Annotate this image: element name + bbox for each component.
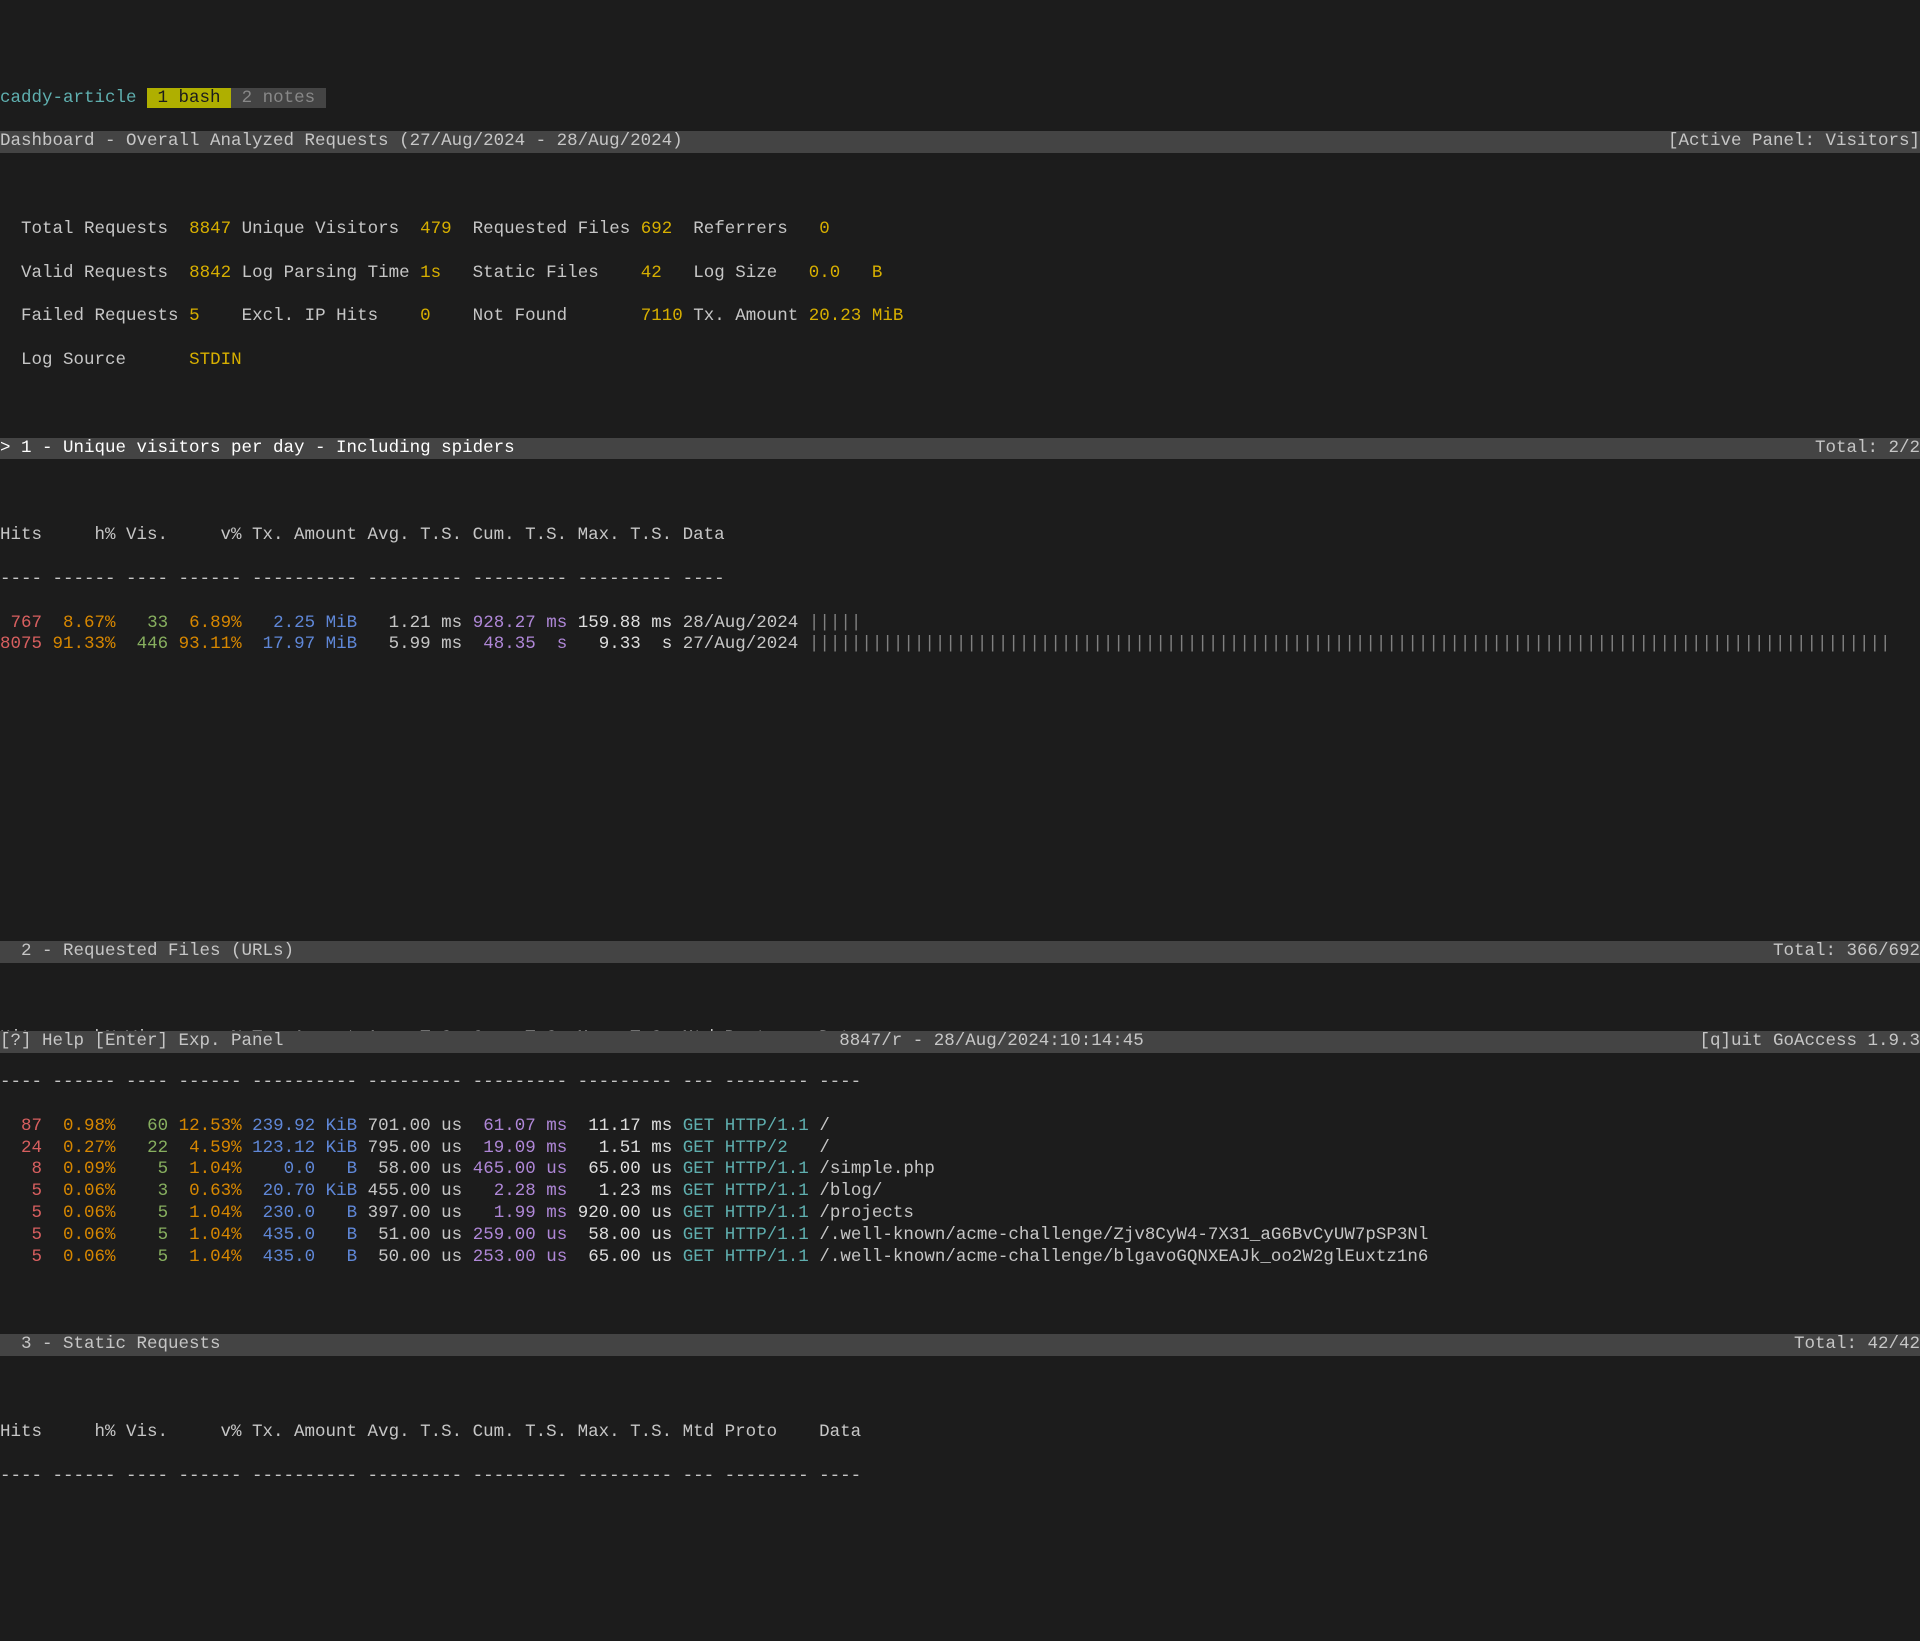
tx-amount-value: 20.23 [809,306,862,326]
panel-2-header[interactable]: 2 - Requested Files (URLs) Total: 366/692 [0,941,1920,963]
panel-1-header[interactable]: > 1 - Unique visitors per day - Includin… [0,438,1920,460]
summary-row-3: Failed Requests 5 Excl. IP Hits 0 Not Fo… [0,306,1920,328]
dashboard-title: Dashboard - Overall Analyzed Requests (2… [0,131,683,153]
active-panel-label: [Active Panel: Visitors] [1668,131,1920,153]
requested-files-label: Requested Files [473,219,631,239]
log-size-label: Log Size [693,263,777,283]
failed-requests-label: Failed Requests [21,306,179,326]
footer-help[interactable]: [?] Help [Enter] Exp. Panel [0,1031,284,1053]
blank [0,722,1920,744]
panel-2-row[interactable]: 5 0.06% 5 1.04% 435.0 B 51.00 us 259.00 … [0,1225,1920,1247]
tmux-tabbar: caddy-article 1 bash 2 notes [0,88,1920,110]
unique-visitors-label: Unique Visitors [242,219,400,239]
static-files-value: 42 [641,263,662,283]
valid-requests-value: 8842 [189,263,231,283]
static-files-label: Static Files [473,263,599,283]
panel-2-title: 2 - Requested Files (URLs) [0,941,294,963]
panel-3-header[interactable]: 3 - Static Requests Total: 42/42 [0,1334,1920,1356]
panel-1-total: Total: 2/2 [1815,438,1920,460]
tab-active[interactable]: 1 bash [147,88,231,108]
panel-2-row[interactable]: 5 0.06% 5 1.04% 230.0 B 397.00 us 1.99 m… [0,1203,1920,1225]
panel-1-row[interactable]: 767 8.67% 33 6.89% 2.25 MiB 1.21 ms 928.… [0,613,1920,635]
panel-1-dashes: ---- ------ ---- ------ ---------- -----… [0,569,1920,591]
log-size-unit: B [872,263,883,283]
referrers-label: Referrers [693,219,788,239]
panel-2-dashes: ---- ------ ---- ------ ---------- -----… [0,1072,1920,1094]
blank [0,897,1920,919]
panel-1-col-headers: Hits h% Vis. v% Tx. Amount Avg. T.S. Cum… [0,525,1920,547]
blank [0,678,1920,700]
tx-amount-label: Tx. Amount [693,306,798,326]
summary-row-1: Total Requests 8847 Unique Visitors 479 … [0,219,1920,241]
blank [0,809,1920,831]
panel-2-total: Total: 366/692 [1773,941,1920,963]
summary-row-4: Log Source STDIN [0,350,1920,372]
excl-ip-hits-label: Excl. IP Hits [242,306,379,326]
panel-2-row[interactable]: 5 0.06% 3 0.63% 20.70 KiB 455.00 us 2.28… [0,1181,1920,1203]
referrers-value: 0 [819,219,830,239]
footer-quit[interactable]: [q]uit GoAccess 1.9.3 [1699,1031,1920,1053]
panel-1-title: > 1 - Unique visitors per day - Includin… [0,438,515,460]
valid-requests-label: Valid Requests [21,263,168,283]
log-size-value: 0.0 [809,263,841,283]
panel-3-col-headers: Hits h% Vis. v% Tx. Amount Avg. T.S. Cum… [0,1422,1920,1444]
log-source-label: Log Source [21,350,126,370]
blank [0,766,1920,788]
excl-ip-hits-value: 0 [420,306,431,326]
not-found-value: 7110 [641,306,683,326]
blank [0,394,1920,416]
failed-requests-value: 5 [189,306,200,326]
panel-3-title: 3 - Static Requests [0,1334,221,1356]
panel-3-total: Total: 42/42 [1794,1334,1920,1356]
tab-inactive[interactable]: 2 notes [231,88,326,108]
blank [0,1291,1920,1313]
log-source-value: STDIN [189,350,242,370]
blank [0,175,1920,197]
panel-3-dashes: ---- ------ ---- ------ ---------- -----… [0,1466,1920,1488]
tx-amount-unit: MiB [872,306,904,326]
blank [0,984,1920,1006]
panel-2-row[interactable]: 24 0.27% 22 4.59% 123.12 KiB 795.00 us 1… [0,1138,1920,1160]
panel-2-row[interactable]: 87 0.98% 60 12.53% 239.92 KiB 701.00 us … [0,1116,1920,1138]
blank [0,481,1920,503]
log-parsing-time-value: 1s [420,263,441,283]
panel-2-row[interactable]: 8 0.09% 5 1.04% 0.0 B 58.00 us 465.00 us… [0,1159,1920,1181]
summary-row-2: Valid Requests 8842 Log Parsing Time 1s … [0,263,1920,285]
panel-2-row[interactable]: 5 0.06% 5 1.04% 435.0 B 50.00 us 253.00 … [0,1247,1920,1269]
total-requests-label: Total Requests [21,219,168,239]
tab-session: caddy-article [0,88,137,108]
total-requests-value: 8847 [189,219,231,239]
requested-files-value: 692 [641,219,673,239]
unique-visitors-value: 479 [420,219,452,239]
blank [0,853,1920,875]
blank [0,1378,1920,1400]
footer-bar: [?] Help [Enter] Exp. Panel 8847/r - 28/A… [0,1031,1920,1053]
panel-1-row[interactable]: 8075 91.33% 446 93.11% 17.97 MiB 5.99 ms… [0,634,1920,656]
log-parsing-time-label: Log Parsing Time [242,263,410,283]
not-found-label: Not Found [473,306,568,326]
dashboard-header: Dashboard - Overall Analyzed Requests (2… [0,131,1920,153]
footer-status: 8847/r - 28/Aug/2024:10:14:45 [839,1031,1144,1053]
